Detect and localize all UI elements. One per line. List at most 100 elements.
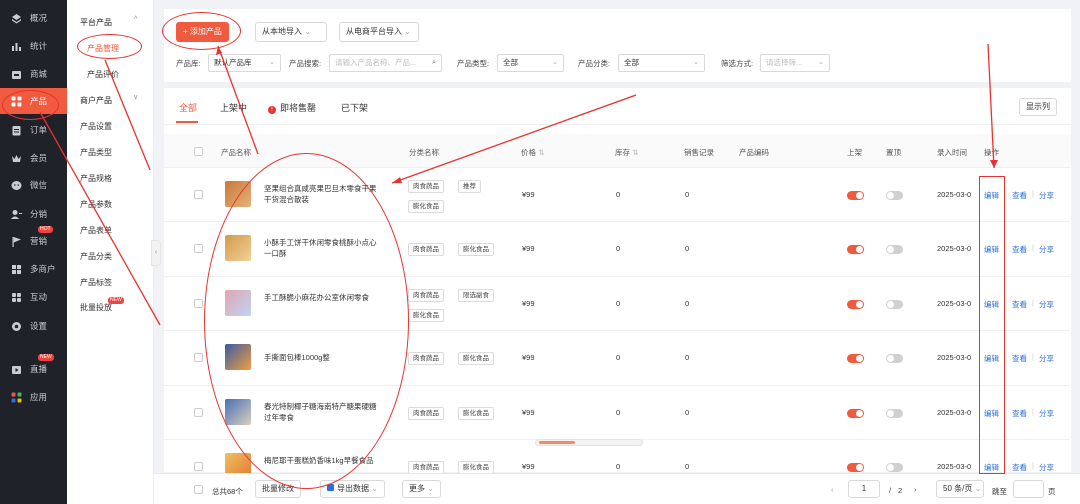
edit-link[interactable]: 编辑: [984, 244, 999, 255]
share-link[interactable]: 分享: [1039, 462, 1054, 473]
display-columns-button[interactable]: 显示列: [1019, 98, 1057, 116]
share-link[interactable]: 分享: [1039, 244, 1054, 255]
prev-page-icon[interactable]: ‹: [831, 485, 834, 494]
view-link[interactable]: 查看: [1012, 244, 1027, 255]
filter-mode-select[interactable]: 请选择筛... ⌄: [760, 54, 830, 72]
nav-item-12[interactable]: 直播 NEW: [0, 354, 67, 382]
shelf-toggle[interactable]: [847, 463, 864, 472]
row-checkbox[interactable]: [194, 353, 203, 362]
row-checkbox[interactable]: [194, 244, 203, 253]
share-link[interactable]: 分享: [1039, 408, 1054, 419]
subnav-item-3[interactable]: 产品参数: [80, 199, 112, 210]
nav-item-1[interactable]: 统计: [0, 33, 67, 59]
col-stock[interactable]: 库存 ⇅: [615, 147, 638, 158]
row-checkbox[interactable]: [194, 299, 203, 308]
export-button[interactable]: 导出数据 ⌄: [320, 480, 385, 498]
col-price[interactable]: 价格 ⇅: [521, 147, 544, 158]
nav-item-7[interactable]: 分销: [0, 201, 67, 227]
edit-link[interactable]: 编辑: [984, 353, 999, 364]
view-link[interactable]: 查看: [1012, 190, 1027, 201]
category-tag: 膨化食品: [458, 352, 494, 365]
horizontal-scrollbar[interactable]: [535, 439, 643, 446]
share-link[interactable]: 分享: [1039, 353, 1054, 364]
subnav-group-platform[interactable]: 平台产品 ^: [80, 16, 137, 28]
nav-item-0[interactable]: 概况: [0, 5, 67, 31]
footer-select-all-checkbox[interactable]: [194, 485, 203, 494]
row-checkbox[interactable]: [194, 190, 203, 199]
product-name[interactable]: 春光特制椰子糖海南特产糖果硬糖过年零食: [264, 401, 379, 423]
search-icon[interactable]: ⌕: [432, 55, 436, 71]
view-link[interactable]: 查看: [1012, 299, 1027, 310]
product-name[interactable]: 小酥手工饼干休闲零食桃酥小点心一口酥: [264, 237, 379, 259]
edit-link[interactable]: 编辑: [984, 408, 999, 419]
share-link[interactable]: 分享: [1039, 190, 1054, 201]
shelf-toggle[interactable]: [847, 354, 864, 363]
next-page-icon[interactable]: ›: [914, 485, 917, 494]
edit-link[interactable]: 编辑: [984, 190, 999, 201]
nav-item-11[interactable]: 设置: [0, 313, 67, 339]
type-select[interactable]: 全部 ⌄: [497, 54, 564, 72]
subnav-item-4[interactable]: 产品表单: [80, 225, 112, 236]
row-checkbox[interactable]: [194, 408, 203, 417]
goto-input[interactable]: [1013, 480, 1044, 498]
top-toggle[interactable]: [886, 463, 903, 472]
subnav-item-5[interactable]: 产品分类: [80, 251, 112, 262]
subnav-item-6[interactable]: 产品标签: [80, 277, 112, 288]
product-name[interactable]: 手撕面包棒1000g整: [264, 352, 379, 363]
tab-all[interactable]: 全部: [179, 101, 197, 114]
row-checkbox[interactable]: [194, 462, 203, 471]
subnav-item-2[interactable]: 产品规格: [80, 173, 112, 184]
nav-item-13[interactable]: 应用: [0, 384, 67, 410]
import-ec-button[interactable]: 从电商平台导入 ⌄: [339, 22, 419, 42]
top-toggle[interactable]: [886, 300, 903, 309]
page-size-select[interactable]: 50 条/页 ⌄: [936, 480, 984, 498]
top-toggle[interactable]: [886, 191, 903, 200]
chevron-up-icon: ^: [134, 16, 138, 23]
nav-item-3[interactable]: 产品: [0, 88, 67, 114]
scrollbar-thumb[interactable]: [539, 441, 575, 444]
product-name[interactable]: 手工酥脆小麻花办公室休闲零食: [264, 292, 379, 303]
top-toggle[interactable]: [886, 354, 903, 363]
product-name[interactable]: 坚果组合真咸亮果巴旦木零食干果干货混合散装: [264, 183, 379, 205]
tab-low-stock[interactable]: ! 即将售罄: [268, 101, 316, 114]
category-select[interactable]: 全部 ⌄: [618, 54, 705, 72]
nav-item-8[interactable]: 营销 HOT: [0, 226, 67, 254]
nav-item-5[interactable]: 会员: [0, 145, 67, 171]
shelf-toggle[interactable]: [847, 245, 864, 254]
nav-item-2[interactable]: 商城: [0, 61, 67, 87]
lib-select[interactable]: 默认产品库 ⌄: [208, 54, 281, 72]
import-local-button[interactable]: 从本地导入 ⌄: [255, 22, 327, 42]
store-icon: [11, 264, 22, 275]
top-toggle[interactable]: [886, 409, 903, 418]
tab-off-shelf[interactable]: 已下架: [341, 101, 368, 114]
product-name[interactable]: 梅尼耶干蛋糕奶香味1kg早餐食品: [264, 455, 379, 466]
nav-item-4[interactable]: 订单: [0, 117, 67, 143]
shelf-toggle[interactable]: [847, 191, 864, 200]
view-link[interactable]: 查看: [1012, 353, 1027, 364]
more-button[interactable]: 更多 ⌄: [402, 480, 441, 498]
subnav-item-product-manage[interactable]: 产品管理: [87, 43, 119, 54]
subnav-item-1[interactable]: 产品类型: [80, 147, 112, 158]
nav-item-6[interactable]: 微信: [0, 172, 67, 198]
nav-item-10[interactable]: 互动: [0, 284, 67, 310]
subnav-item-product-review[interactable]: 产品评价: [87, 69, 119, 80]
edit-link[interactable]: 编辑: [984, 462, 999, 473]
search-input[interactable]: 请输入产品名称、产品... ⌕: [329, 54, 442, 72]
subnav-item-0[interactable]: 产品设置: [80, 121, 112, 132]
add-product-button[interactable]: + 添加产品: [176, 22, 229, 42]
subnav-item-7[interactable]: 批量投放 NEW: [80, 297, 124, 313]
top-toggle[interactable]: [886, 245, 903, 254]
edit-link[interactable]: 编辑: [984, 299, 999, 310]
sidebar-collapse-handle[interactable]: ‹: [151, 240, 161, 266]
page-input[interactable]: 1: [848, 480, 880, 498]
nav-item-9[interactable]: 多商户: [0, 256, 67, 282]
share-link[interactable]: 分享: [1039, 299, 1054, 310]
view-link[interactable]: 查看: [1012, 408, 1027, 419]
select-all-checkbox[interactable]: [194, 147, 203, 156]
tab-on-shelf[interactable]: 上架中: [220, 101, 247, 114]
subnav-group-merchant[interactable]: 商户产品 v: [80, 94, 138, 106]
shelf-toggle[interactable]: [847, 409, 864, 418]
shelf-toggle[interactable]: [847, 300, 864, 309]
batch-edit-button[interactable]: 批量修改: [255, 480, 301, 498]
view-link[interactable]: 查看: [1012, 462, 1027, 473]
